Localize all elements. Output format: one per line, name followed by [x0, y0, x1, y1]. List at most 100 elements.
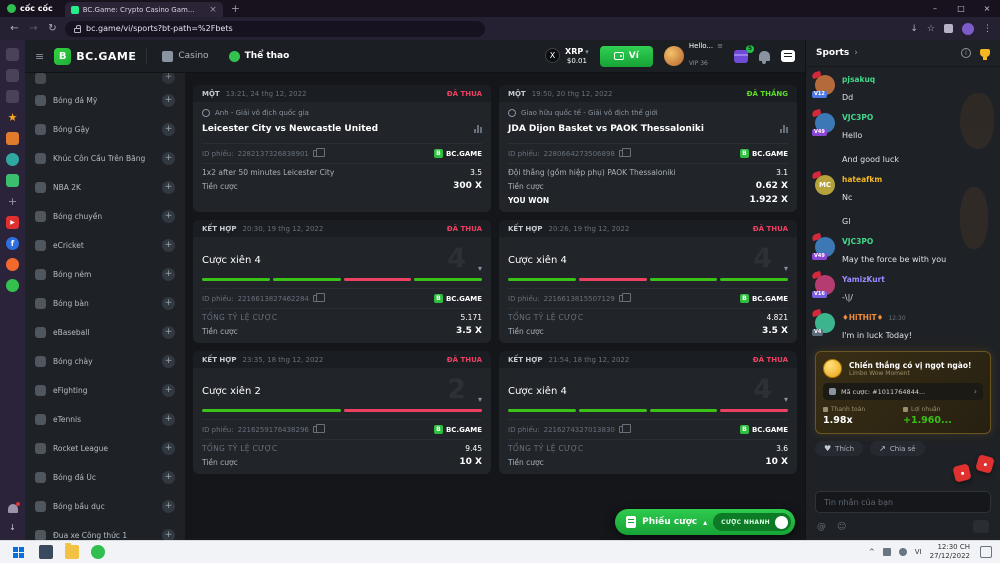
close-button[interactable]: × — [974, 0, 1000, 17]
stats-icon[interactable] — [474, 125, 482, 133]
avatar[interactable]: V49 — [815, 113, 835, 133]
copy-icon[interactable] — [619, 150, 626, 157]
sidebar-item-handball[interactable]: Bóng ném+ — [25, 260, 185, 289]
url-field[interactable]: bc.game/vi/sports?bt-path=%2Fbets — [65, 21, 485, 37]
sidebar-item-efighting[interactable]: eFighting+ — [25, 376, 185, 405]
tray-icon[interactable] — [899, 548, 907, 556]
wallet-button[interactable]: Ví — [600, 46, 653, 67]
sidebar-item-volleyball[interactable]: Bóng chuyền+ — [25, 202, 185, 231]
pinned-site-icon[interactable] — [6, 279, 19, 292]
tab-close-icon[interactable]: × — [209, 5, 217, 15]
stats-icon[interactable] — [780, 125, 788, 133]
bet-card[interactable]: KẾT HỢP 20:30, 19 thg 12, 2022 ĐÃ THUA C… — [193, 220, 491, 343]
add-favorite-button[interactable]: + — [162, 239, 175, 252]
add-favorite-button[interactable]: + — [162, 529, 175, 540]
bcgame-logo[interactable]: B BC.GAME — [54, 48, 136, 65]
browser-menu-icon[interactable]: ⋮ — [983, 24, 992, 34]
history-icon[interactable] — [6, 153, 19, 166]
notification-center-icon[interactable] — [980, 546, 992, 558]
user-profile[interactable]: Hello...≡ VIP 36 — [664, 42, 723, 71]
pinned-site-icon[interactable] — [6, 258, 19, 271]
sidebar-item-rugby[interactable]: Bóng bầu dục+ — [25, 492, 185, 521]
bet-slip-button[interactable]: Phiếu cược ▴ CƯỢC NHANH — [615, 509, 795, 535]
tray-icon[interactable] — [883, 548, 891, 556]
sidebar-item-formula1[interactable]: Đua xe Công thức 1+ — [25, 521, 185, 540]
coccoc-taskbar-icon[interactable] — [91, 545, 105, 559]
promotions-gift-icon[interactable]: 5 — [734, 50, 748, 63]
file-explorer-icon[interactable] — [65, 545, 79, 559]
expand-icon[interactable]: ▾ — [784, 395, 788, 404]
chat-username[interactable]: ♦HiTHiT♦ — [842, 313, 883, 322]
add-favorite-button[interactable]: + — [162, 123, 175, 136]
chat-input-wrap[interactable] — [815, 491, 991, 513]
copy-icon[interactable] — [313, 150, 320, 157]
chevron-right-icon[interactable]: › — [854, 48, 858, 58]
like-button[interactable]: ♥Thích — [815, 441, 863, 456]
expand-icon[interactable]: ▾ — [478, 395, 482, 404]
add-favorite-button[interactable]: + — [162, 500, 175, 513]
add-favorite-button[interactable]: + — [162, 297, 175, 310]
minimize-button[interactable]: – — [922, 0, 948, 17]
add-favorite-button[interactable]: + — [162, 94, 175, 107]
add-favorite-button[interactable]: + — [162, 181, 175, 194]
bet-card[interactable]: KẾT HỢP 23:35, 18 thg 12, 2022 ĐÃ THUA C… — [193, 351, 491, 474]
browser-tab[interactable]: BC.Game: Crypto Casino Gam... × — [65, 2, 223, 17]
add-favorite-button[interactable]: + — [162, 210, 175, 223]
chat-username[interactable]: hateafkm — [842, 175, 882, 184]
sidebar-item-baseball[interactable]: Bóng chày+ — [25, 347, 185, 376]
downloads-icon[interactable]: ↓ — [6, 521, 19, 534]
currency-selector[interactable]: X XRP▾ $0.01 — [545, 47, 589, 64]
facebook-icon[interactable]: f — [6, 237, 19, 250]
expand-icon[interactable]: ▾ — [784, 264, 788, 273]
sidebar-item-ebaseball[interactable]: eBaseball+ — [25, 318, 185, 347]
add-favorite-button[interactable]: + — [162, 413, 175, 426]
add-favorite-button[interactable]: + — [162, 384, 175, 397]
add-favorite-button[interactable]: + — [162, 442, 175, 455]
chat-username[interactable]: pjsakuq — [842, 75, 875, 84]
add-favorite-button[interactable]: + — [162, 268, 175, 281]
notifications-bell-icon[interactable] — [8, 504, 18, 513]
trophy-icon[interactable] — [980, 49, 990, 57]
tab-casino[interactable]: Casino — [157, 51, 213, 62]
favorites-star-icon[interactable]: ★ — [6, 111, 19, 124]
copy-icon[interactable] — [619, 295, 626, 302]
chat-message-input[interactable] — [824, 498, 982, 507]
mention-icon[interactable]: @ — [817, 522, 826, 532]
back-button[interactable]: ← — [8, 23, 21, 34]
clock[interactable]: 12:30 CH 27/12/2022 — [930, 543, 970, 561]
settings-icon[interactable] — [6, 48, 19, 61]
add-favorite-button[interactable]: + — [162, 73, 175, 84]
new-tab-button[interactable]: + — [231, 2, 240, 15]
sidebar-item-table-tennis[interactable]: Bóng bàn+ — [25, 289, 185, 318]
extensions-icon[interactable] — [944, 24, 953, 33]
bet-card[interactable]: KẾT HỢP 20:26, 19 thg 12, 2022 ĐÃ THUA C… — [499, 220, 797, 343]
shield-icon[interactable] — [6, 69, 19, 82]
chat-username[interactable]: YamizKurt — [842, 275, 885, 284]
sidebar-item-american-football[interactable]: Bóng đá Mỹ+ — [25, 86, 185, 115]
sidebar-item-rocket-league[interactable]: Rocket League+ — [25, 434, 185, 463]
taskbar-app-icon[interactable] — [39, 545, 53, 559]
maximize-button[interactable]: □ — [948, 0, 974, 17]
youtube-icon[interactable]: ▶ — [6, 216, 19, 229]
quick-bet-toggle[interactable]: CƯỢC NHANH — [713, 513, 791, 531]
match-teams[interactable]: Leicester City vs Newcastle United — [202, 124, 378, 134]
chat-username[interactable]: VJC3PO — [842, 113, 873, 122]
bet-card[interactable]: MỘT 19:50, 20 thg 12, 2022 ĐÃ THẮNG Giao… — [499, 85, 797, 212]
chat-settings-icon[interactable] — [973, 520, 989, 533]
emoji-icon[interactable]: ☺ — [837, 522, 846, 532]
sidebar-toggle-icon[interactable]: ≡ — [35, 50, 44, 63]
start-button[interactable] — [13, 547, 24, 558]
bet-card[interactable]: MỘT 13:21, 24 thg 12, 2022 ĐÃ THUA Anh -… — [193, 85, 491, 212]
tray-expand-icon[interactable]: ^ — [869, 548, 875, 556]
sidebar-item-cricket[interactable]: Bóng Gậy+ — [25, 115, 185, 144]
chat-rules-icon[interactable]: i — [961, 48, 971, 58]
copy-icon[interactable] — [313, 426, 320, 433]
avatar[interactable]: V4 — [815, 313, 835, 333]
bookmark-star-icon[interactable]: ☆ — [927, 24, 935, 34]
reading-list-icon[interactable] — [6, 90, 19, 103]
rewards-gift-icon[interactable] — [6, 132, 19, 145]
copy-icon[interactable] — [313, 295, 320, 302]
expand-icon[interactable]: ▾ — [478, 264, 482, 273]
sidebar-item-ecricket[interactable]: eCricket+ — [25, 231, 185, 260]
avatar[interactable]: V49 — [815, 237, 835, 257]
